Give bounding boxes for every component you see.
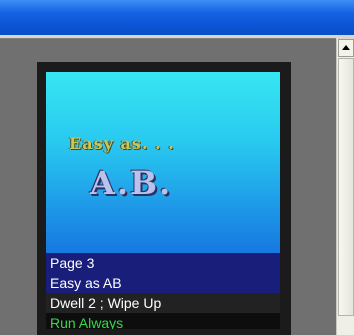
slide-dwell-label: Dwell 2 ; Wipe Up xyxy=(46,293,280,313)
slide-thumbnail[interactable]: Easy as. . . A.B. xyxy=(46,72,280,253)
arrow-up-icon xyxy=(342,45,350,50)
slide-text-line1: Easy as. . . xyxy=(69,134,175,153)
scroll-thumb[interactable] xyxy=(338,58,354,316)
slide-text-line2: A.B. xyxy=(90,164,173,202)
slide-name-label: Easy as AB xyxy=(46,273,280,293)
vertical-scrollbar[interactable] xyxy=(336,39,354,335)
slide-run-label: Run Always xyxy=(46,313,280,329)
window-titlebar[interactable] xyxy=(0,0,354,35)
slide-info: Page 3 Easy as AB Dwell 2 ; Wipe Up Run … xyxy=(46,253,280,329)
scroll-up-button[interactable] xyxy=(338,39,354,57)
slide-card[interactable]: Easy as. . . A.B. Page 3 Easy as AB Dwel… xyxy=(37,62,291,335)
slide-page-label: Page 3 xyxy=(46,253,280,273)
